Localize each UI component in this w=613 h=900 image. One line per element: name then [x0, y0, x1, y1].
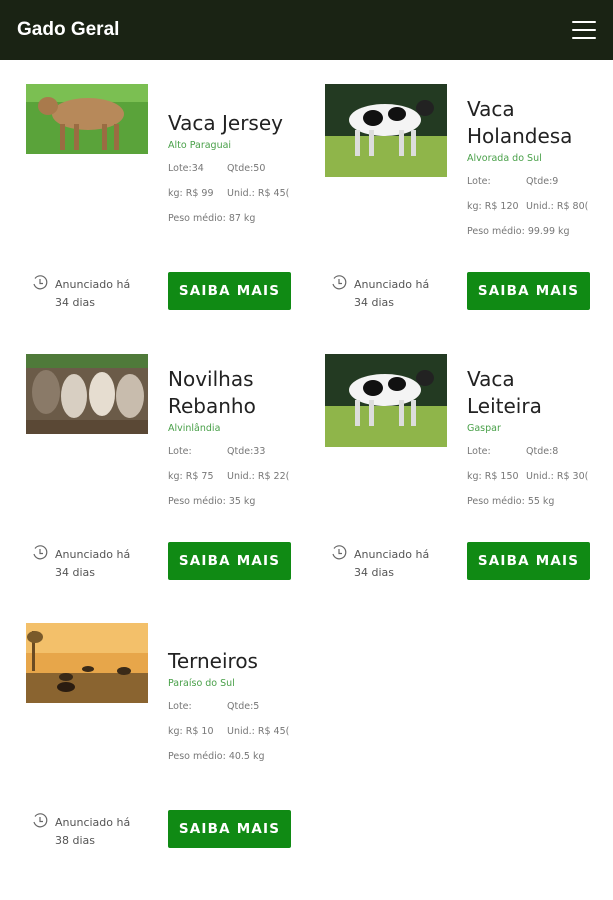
listing-photo[interactable]	[325, 84, 447, 177]
unit-price: Unid.: R$ 22(	[227, 471, 290, 482]
clock-icon	[33, 813, 48, 828]
kg-price: kg: R$ 75	[168, 471, 214, 482]
saiba-mais-button[interactable]: SAIBA MAIS	[168, 542, 291, 580]
announced-days: 34 dias	[354, 566, 395, 579]
lote-qtde-row: Lote: Qtde:9	[467, 176, 607, 187]
announced-days: 34 dias	[55, 566, 96, 579]
listing-footer: Anunciado há 34 dias SAIBA MAIS	[26, 542, 291, 580]
kg-price: kg: R$ 99	[168, 188, 214, 199]
saiba-mais-button[interactable]: SAIBA MAIS	[168, 272, 291, 310]
kg-price: kg: R$ 120	[467, 201, 519, 212]
announced-label: Anunciado há	[354, 548, 430, 561]
listing-location: Alvorada do Sul	[467, 153, 542, 164]
listing-photo[interactable]	[26, 623, 148, 703]
listing-card: Vaca Leiteira Gaspar Lote: Qtde:8 kg: R$…	[325, 354, 605, 580]
lote-label: Lote:	[467, 446, 491, 457]
announced-days: 34 dias	[354, 296, 395, 309]
listing-info: Vaca Jersey Alto Paraguai Lote:34 Qtde:5…	[168, 110, 308, 224]
price-row: kg: R$ 120 Unid.: R$ 80(	[467, 201, 607, 212]
kg-price: kg: R$ 150	[467, 471, 519, 482]
announced-days: 38 dias	[55, 834, 96, 847]
price-row: kg: R$ 10 Unid.: R$ 45(	[168, 726, 308, 737]
listing-photo[interactable]	[325, 354, 447, 447]
listing-info: Vaca Holandesa Alvorada do Sul Lote: Qtd…	[467, 96, 607, 237]
announced-label: Anunciado há	[55, 816, 131, 829]
average-weight: Peso médio: 99.99 kg	[467, 226, 570, 237]
lote-label: Lote:	[168, 446, 192, 457]
average-weight: Peso médio: 55 kg	[467, 496, 555, 507]
clock-icon	[33, 545, 48, 560]
price-row: kg: R$ 150 Unid.: R$ 30(	[467, 471, 607, 482]
lote-label: Lote:	[467, 176, 491, 187]
listing-card: Vaca Jersey Alto Paraguai Lote:34 Qtde:5…	[26, 84, 306, 310]
listing-info: Terneiros Paraíso do Sul Lote: Qtde:5 kg…	[168, 648, 308, 762]
hamburger-menu-icon[interactable]	[572, 21, 596, 39]
clock-icon	[332, 275, 347, 290]
listing-footer: Anunciado há 34 dias SAIBA MAIS	[325, 272, 590, 310]
qtde-label: Qtde:33	[227, 446, 266, 457]
listing-title[interactable]: Novilhas Rebanho	[168, 366, 288, 420]
listing-footer: Anunciado há 38 dias SAIBA MAIS	[26, 810, 291, 848]
price-row: kg: R$ 99 Unid.: R$ 45(	[168, 188, 308, 199]
listing-location: Paraíso do Sul	[168, 678, 235, 689]
listing-card: Novilhas Rebanho Alvinlândia Lote: Qtde:…	[26, 354, 306, 580]
saiba-mais-button[interactable]: SAIBA MAIS	[168, 810, 291, 848]
lote-qtde-row: Lote: Qtde:5	[168, 701, 308, 712]
unit-price: Unid.: R$ 45(	[227, 726, 290, 737]
announced-days: 34 dias	[55, 296, 96, 309]
listing-location: Gaspar	[467, 423, 501, 434]
announced-ago: Anunciado há 34 dias	[55, 276, 145, 312]
listing-card: Terneiros Paraíso do Sul Lote: Qtde:5 kg…	[26, 623, 306, 848]
qtde-label: Qtde:9	[526, 176, 559, 187]
saiba-mais-button[interactable]: SAIBA MAIS	[467, 272, 590, 310]
saiba-mais-button[interactable]: SAIBA MAIS	[467, 542, 590, 580]
listing-title[interactable]: Vaca Holandesa	[467, 96, 587, 150]
qtde-label: Qtde:8	[526, 446, 559, 457]
unit-price: Unid.: R$ 30(	[526, 471, 589, 482]
clock-icon	[33, 275, 48, 290]
brand-title[interactable]: Gado Geral	[17, 19, 119, 41]
announced-label: Anunciado há	[55, 278, 131, 291]
lote-label: Lote:34	[168, 163, 204, 174]
lote-qtde-row: Lote: Qtde:33	[168, 446, 308, 457]
announced-label: Anunciado há	[55, 548, 131, 561]
qtde-label: Qtde:5	[227, 701, 260, 712]
lote-qtde-row: Lote:34 Qtde:50	[168, 163, 308, 174]
listing-photo[interactable]	[26, 84, 148, 154]
average-weight: Peso médio: 35 kg	[168, 496, 256, 507]
listing-title[interactable]: Terneiros	[168, 648, 308, 675]
listing-photo[interactable]	[26, 354, 148, 434]
kg-price: kg: R$ 10	[168, 726, 214, 737]
listing-info: Vaca Leiteira Gaspar Lote: Qtde:8 kg: R$…	[467, 366, 607, 507]
price-row: kg: R$ 75 Unid.: R$ 22(	[168, 471, 308, 482]
listing-footer: Anunciado há 34 dias SAIBA MAIS	[325, 542, 590, 580]
average-weight: Peso médio: 40.5 kg	[168, 751, 265, 762]
listing-location: Alvinlândia	[168, 423, 221, 434]
listing-footer: Anunciado há 34 dias SAIBA MAIS	[26, 272, 291, 310]
listing-card: Vaca Holandesa Alvorada do Sul Lote: Qtd…	[325, 84, 605, 310]
clock-icon	[332, 545, 347, 560]
announced-ago: Anunciado há 38 dias	[55, 814, 145, 850]
announced-label: Anunciado há	[354, 278, 430, 291]
top-navbar: Gado Geral	[0, 0, 613, 60]
listing-location: Alto Paraguai	[168, 140, 232, 151]
lote-label: Lote:	[168, 701, 192, 712]
announced-ago: Anunciado há 34 dias	[354, 546, 444, 582]
announced-ago: Anunciado há 34 dias	[55, 546, 145, 582]
qtde-label: Qtde:50	[227, 163, 266, 174]
average-weight: Peso médio: 87 kg	[168, 213, 256, 224]
unit-price: Unid.: R$ 80(	[526, 201, 589, 212]
listing-title[interactable]: Vaca Leiteira	[467, 366, 587, 420]
announced-ago: Anunciado há 34 dias	[354, 276, 444, 312]
unit-price: Unid.: R$ 45(	[227, 188, 290, 199]
lote-qtde-row: Lote: Qtde:8	[467, 446, 607, 457]
listing-info: Novilhas Rebanho Alvinlândia Lote: Qtde:…	[168, 366, 308, 507]
listing-title[interactable]: Vaca Jersey	[168, 110, 308, 137]
